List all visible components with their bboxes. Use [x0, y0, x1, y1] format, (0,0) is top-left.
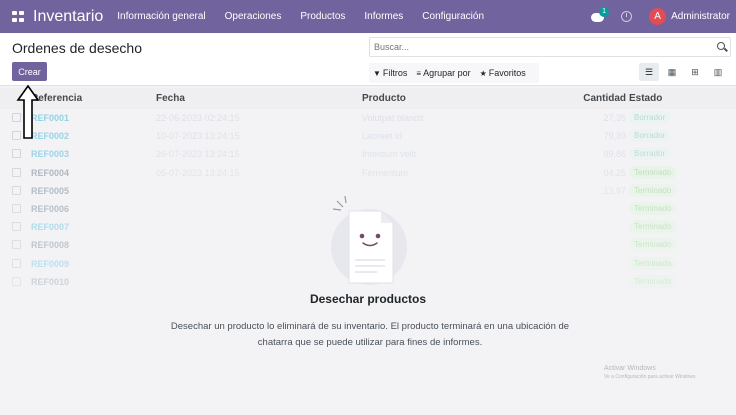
row-ref: REF0003 [31, 149, 70, 160]
kanban-view-icon[interactable]: ▦ [662, 63, 682, 81]
control-panel: Ordenes de desecho Crear ▼Filtros ≡Agrup… [0, 33, 736, 86]
menu-informacion-general[interactable]: Información general [117, 11, 205, 22]
table-row[interactable]: REF0004 05-07-2023 13:24:15 Fermentum 04… [0, 164, 736, 182]
header-state[interactable]: Estado [629, 93, 662, 104]
row-ref: REF0007 [31, 222, 70, 233]
row-product: Fermentum [362, 167, 409, 178]
groupby-icon: ≡ [416, 69, 422, 78]
row-ref: REF0005 [31, 185, 70, 196]
filter-icon: ▼ [373, 69, 381, 78]
row-checkbox[interactable] [12, 222, 21, 232]
status-badge: Terminado [629, 165, 677, 179]
row-date: 10-07-2023 13:24:15 [156, 131, 240, 142]
status-badge: Terminado [629, 201, 677, 215]
table-row[interactable]: REF0002 10-07-2023 13:24:15 Laoreet id 7… [0, 127, 736, 145]
messages-badge: 1 [599, 6, 610, 17]
row-qty: 04,25 [603, 167, 626, 178]
row-qty: 27,35 [603, 113, 626, 123]
favorites-label: Favoritos [488, 68, 526, 78]
star-icon: ★ [479, 69, 487, 78]
status-badge: Terminado [629, 238, 677, 252]
avatar[interactable]: A [649, 8, 667, 25]
row-ref: REF0008 [31, 240, 70, 251]
pivot-view-icon[interactable]: ⊞ [685, 63, 705, 81]
row-checkbox[interactable] [12, 276, 21, 286]
row-ref: REF0006 [31, 203, 70, 214]
row-ref: REF0010 [31, 276, 70, 287]
header-qty[interactable]: Cantidad [583, 93, 626, 104]
search-box [369, 37, 731, 57]
list-view-icon[interactable]: ☰ [639, 63, 659, 81]
groupby-label: Agrupar por [423, 68, 471, 78]
filter-bar: ▼ Filtros ≡ Agrupar por ★ Favoritos [369, 63, 539, 83]
table-header: Referencia Fecha Producto Cantidad Estad… [0, 88, 736, 109]
row-checkbox[interactable] [12, 258, 21, 268]
activity-clock-icon[interactable] [621, 11, 633, 22]
filters-button[interactable]: ▼ Filtros [373, 68, 407, 78]
row-ref: REF0009 [31, 258, 70, 269]
menu-informes[interactable]: Informes [364, 11, 403, 22]
watermark-line2: Ve a Configuración para activar Windows. [604, 374, 697, 380]
row-checkbox[interactable] [12, 240, 21, 250]
messages-icon[interactable]: 1 [591, 6, 610, 23]
status-badge: Borrador [629, 129, 671, 143]
row-product: Interdum velit [362, 149, 417, 160]
row-date: 22-06-2023 02:24:15 [156, 113, 240, 123]
app-brand[interactable]: Inventario [33, 8, 103, 26]
top-navbar: Inventario Información general Operacion… [0, 0, 736, 33]
create-button[interactable]: Crear [12, 62, 47, 81]
graph-view-icon[interactable]: ▥ [708, 63, 728, 81]
row-qty: 13,97 [603, 185, 626, 196]
row-checkbox[interactable] [12, 185, 21, 195]
status-badge: Terminado [629, 256, 677, 270]
row-date: 05-07-2023 13:24:15 [156, 167, 240, 178]
helper-text: Desechar un producto lo eliminará de su … [170, 321, 570, 348]
search-input[interactable] [374, 42, 704, 52]
filters-label: Filtros [382, 68, 408, 78]
header-date[interactable]: Fecha [156, 93, 185, 104]
row-qty: 99,86 [603, 149, 626, 160]
table-row[interactable]: REF0003 26-07-2023 13:24:15 Interdum vel… [0, 145, 736, 163]
menu-operaciones[interactable]: Operaciones [225, 11, 282, 22]
apps-menu-icon[interactable] [12, 11, 25, 22]
search-icon[interactable] [717, 42, 725, 50]
status-badge: Terminado [629, 183, 677, 197]
row-product: Volutpat blandit [362, 113, 424, 123]
menu-configuracion[interactable]: Configuración [422, 11, 484, 22]
row-date: 26-07-2023 13:24:15 [156, 149, 240, 160]
row-checkbox[interactable] [12, 149, 21, 159]
row-ref: REF0004 [31, 167, 70, 178]
status-badge: Terminado [629, 220, 677, 234]
status-badge: Terminado [629, 274, 677, 288]
menu-productos[interactable]: Productos [300, 11, 345, 22]
status-badge: Borrador [629, 111, 671, 124]
favorites-button[interactable]: ★ Favoritos [480, 68, 526, 78]
page-title: Ordenes de desecho [12, 40, 142, 56]
status-badge: Borrador [629, 147, 671, 161]
row-checkbox[interactable] [12, 203, 21, 213]
watermark-line1: Activar Windows [604, 365, 656, 372]
row-product: Laoreet id [362, 131, 403, 142]
view-switcher: ☰ ▦ ⊞ ▥ [636, 63, 728, 81]
user-name[interactable]: Administrator [671, 11, 730, 22]
helper-title: Desechar productos [309, 292, 427, 306]
table-row[interactable]: REF0001 22-06-2023 02:24:15 Volutpat bla… [0, 109, 736, 127]
windows-watermark: Activar Windows Ve a Configuración para … [604, 365, 697, 380]
groupby-button[interactable]: ≡ Agrupar por [416, 68, 470, 78]
header-product[interactable]: Producto [362, 93, 406, 104]
scrap-document-illustration [331, 195, 407, 285]
row-qty: 79,39 [603, 131, 626, 142]
row-checkbox[interactable] [12, 167, 21, 177]
annotation-arrow-icon [16, 84, 40, 139]
